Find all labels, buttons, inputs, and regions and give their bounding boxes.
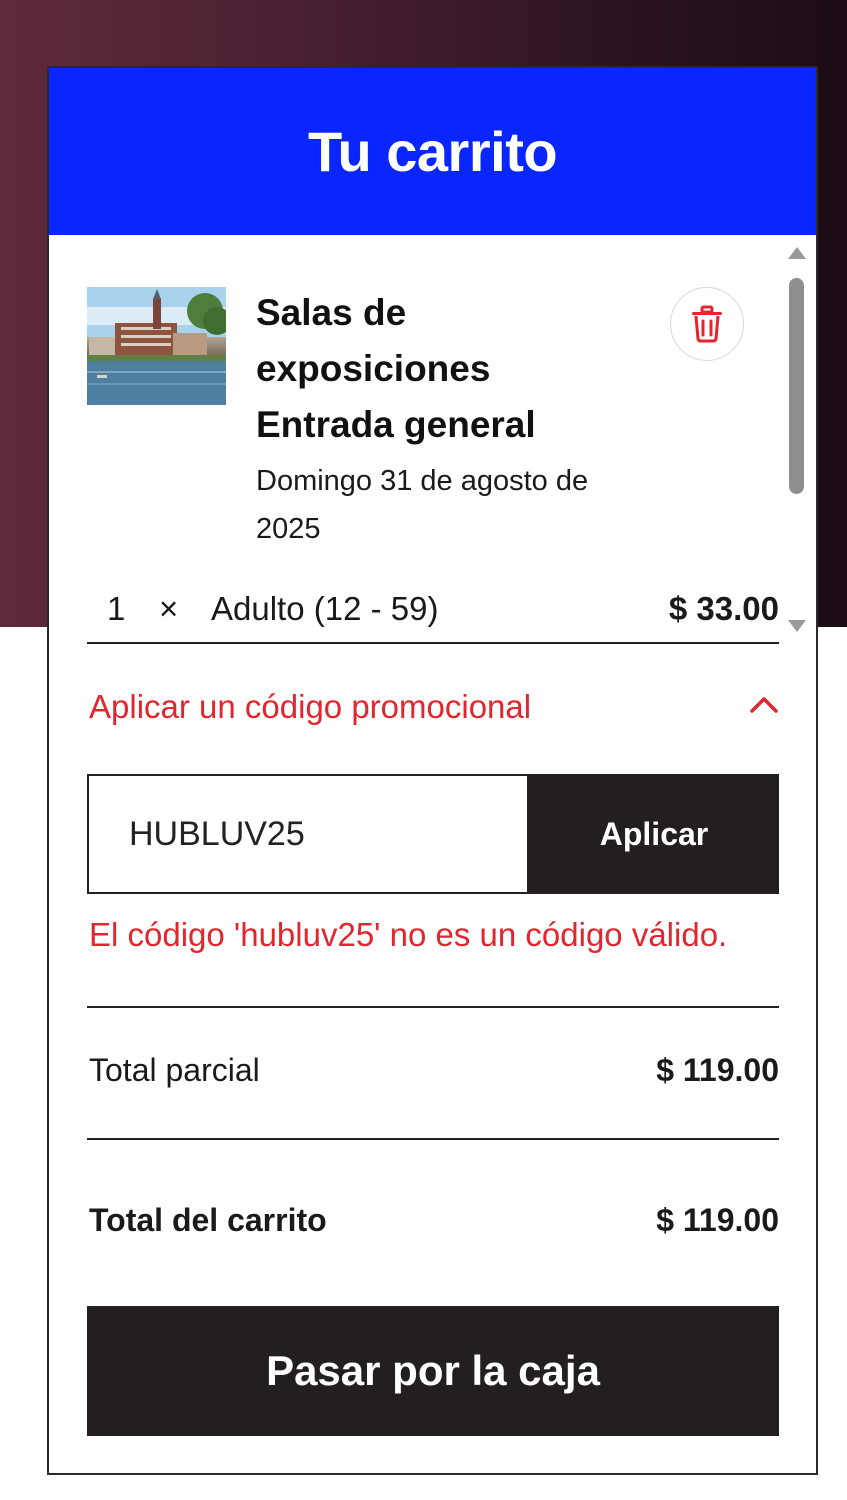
ticket-line: 1 × Adulto (12 - 59) $ 33.00 — [87, 590, 779, 645]
campus-lake-photo — [87, 287, 226, 405]
chevron-up-icon — [750, 697, 778, 713]
items-scrollbar[interactable] — [785, 245, 809, 639]
ticket-quantity: 1 — [107, 590, 126, 627]
promo-code-form: Aplicar — [87, 774, 779, 894]
subtotal-row: Total parcial $ 119.00 — [87, 1052, 779, 1102]
cart-panel: Tu carrito Salas de exposiciones Entrada… — [47, 66, 818, 1475]
cart-total-value: $ 119.00 — [656, 1202, 779, 1238]
scroll-up-arrow-icon[interactable] — [788, 247, 806, 259]
cart-title: Tu carrito — [307, 120, 558, 183]
scrollbar-thumb[interactable] — [789, 278, 804, 494]
checkout-button[interactable]: Pasar por la caja — [87, 1306, 779, 1436]
promo-code-toggle[interactable]: Aplicar un código promocional — [87, 680, 779, 740]
cart-header: Tu carrito — [49, 68, 816, 235]
remove-item-button[interactable] — [670, 287, 744, 361]
item-date: Domingo 31 de agosto de 2025 — [256, 465, 589, 545]
item-thumbnail — [87, 287, 226, 405]
promo-error-message: El código 'hubluv25' no es un código vál… — [89, 916, 728, 953]
ticket-multiplier: × — [159, 590, 179, 627]
apply-promo-button[interactable]: Aplicar — [529, 774, 779, 894]
ticket-type: Adulto (12 - 59) — [211, 590, 439, 627]
divider — [87, 1006, 779, 1008]
cart-total-label: Total del carrito — [89, 1202, 327, 1238]
ticket-price: $ 33.00 — [668, 590, 779, 627]
subtotal-label: Total parcial — [89, 1052, 260, 1088]
divider — [87, 1138, 779, 1140]
promo-code-input[interactable] — [87, 774, 529, 894]
trash-icon — [692, 305, 722, 343]
subtotal-value: $ 119.00 — [656, 1052, 779, 1088]
item-name: Salas de exposiciones Entrada general — [256, 292, 536, 445]
promo-toggle-label: Aplicar un código promocional — [89, 688, 532, 725]
cart-items-list[interactable]: Salas de exposiciones Entrada general Do… — [49, 235, 816, 645]
cart-total-row: Total del carrito $ 119.00 — [87, 1202, 779, 1252]
divider — [87, 642, 779, 644]
scroll-down-arrow-icon[interactable] — [788, 620, 806, 632]
